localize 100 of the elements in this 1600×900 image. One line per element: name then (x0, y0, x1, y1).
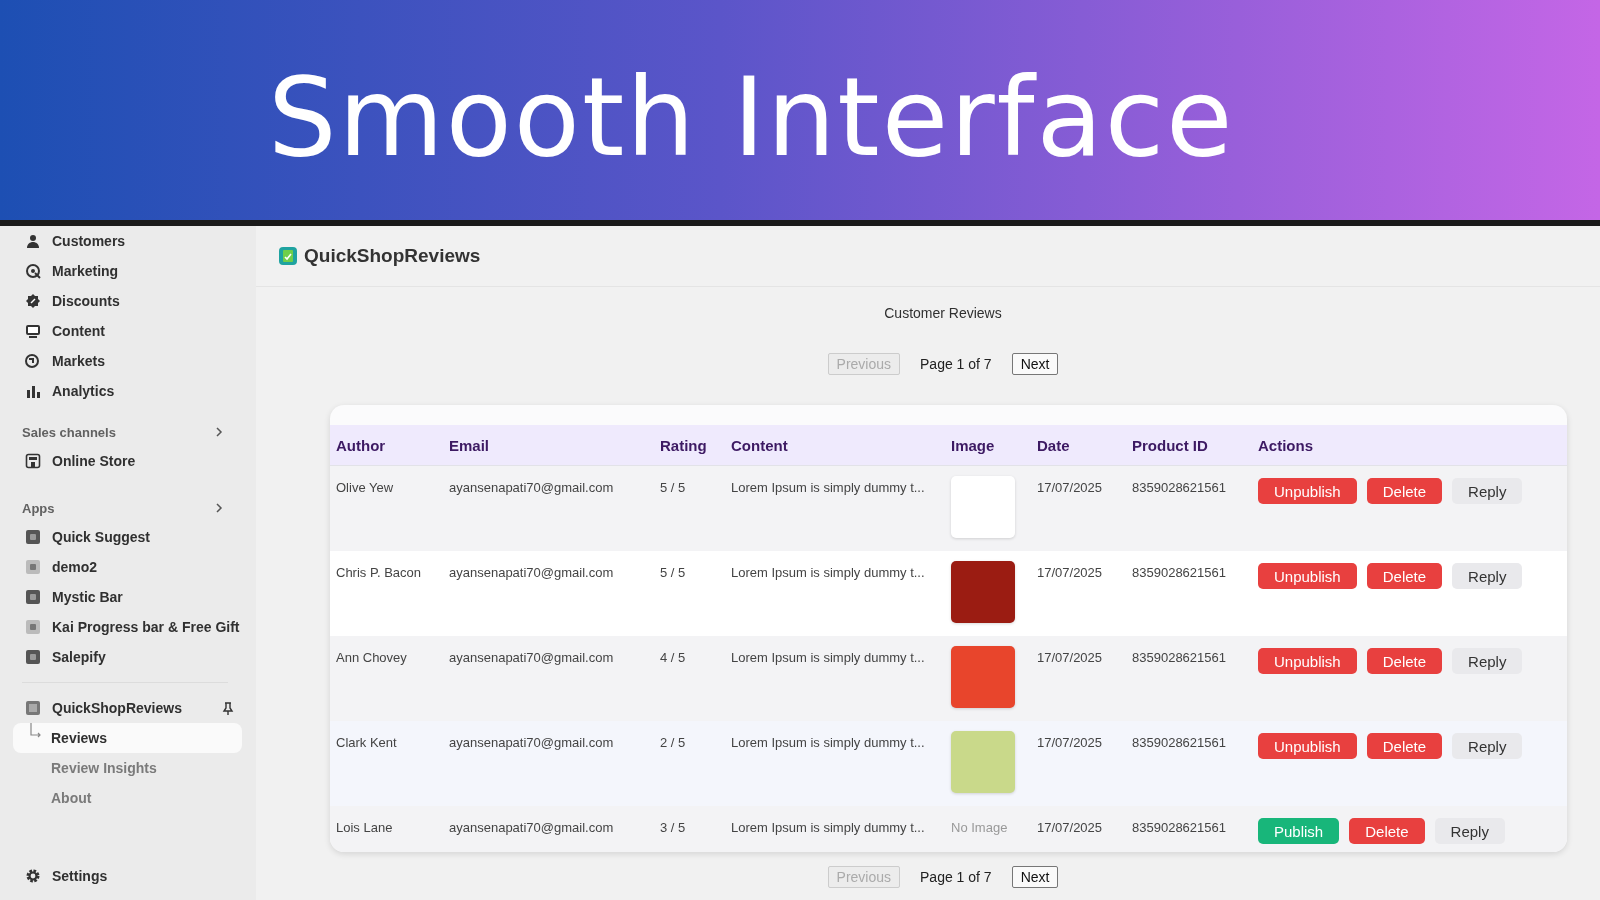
globe-icon (25, 353, 41, 369)
nav-item[interactable]: Online Store (0, 446, 256, 476)
reply-button[interactable]: Reply (1452, 648, 1523, 674)
table-cell-text: Olive Yew (336, 479, 395, 495)
table-cell-text: ayansenapati70@gmail.com (449, 479, 615, 495)
photo-placeholder (951, 476, 1015, 538)
app-title: QuickShopReviews (304, 245, 481, 267)
nav-item[interactable]: demo2 (0, 552, 256, 582)
monitor-icon (25, 323, 41, 339)
nav-subitem[interactable]: About (13, 783, 242, 813)
table-cell-text: Clark Kent (336, 734, 398, 750)
nav-item[interactable]: Analytics (0, 376, 256, 406)
column-header: Rating (660, 436, 708, 454)
app-icon (25, 700, 41, 716)
table-cell-text: ayansenapati70@gmail.com (449, 819, 615, 835)
chevron-right-icon[interactable] (214, 427, 224, 437)
page-indicator: Page 1 of 7 (920, 869, 992, 885)
chevron-right-icon[interactable] (214, 503, 224, 513)
store-icon (25, 453, 41, 469)
table-cell-text: 8359028621561 (1132, 734, 1227, 750)
unpublish-button[interactable]: Unpublish (1258, 648, 1357, 674)
table-cell-text: 4 / 5 (660, 649, 687, 665)
page-title: Customer Reviews (883, 305, 1003, 321)
table-cell-text: 17/07/2025 (1037, 649, 1104, 665)
table-cell-text: Lorem Ipsum is simply dummy t... (731, 479, 926, 495)
photo-placeholder (951, 561, 1015, 623)
pin-icon[interactable] (222, 702, 234, 716)
column-header: Image (951, 436, 996, 454)
nav-item[interactable]: Salepify (0, 642, 256, 672)
photo-placeholder (951, 731, 1015, 793)
table-cell-text: 8359028621561 (1132, 649, 1227, 665)
table-cell-text: 8359028621561 (1132, 819, 1227, 835)
target-icon (25, 263, 41, 279)
column-header: Content (731, 436, 789, 454)
nav-item[interactable]: QuickShopReviews (0, 693, 256, 723)
reply-button[interactable]: Reply (1452, 478, 1523, 504)
table-cell-text: 2 / 5 (660, 734, 687, 750)
person-icon (25, 233, 41, 249)
nav-item[interactable]: Kai Progress bar & Free Gift (0, 612, 256, 642)
table-cell-text: Chris P. Bacon (336, 564, 423, 580)
table-cell-text: 5 / 5 (660, 564, 687, 580)
delete-button[interactable]: Delete (1366, 648, 1443, 674)
table-cell-text: 8359028621561 (1132, 564, 1227, 580)
delete-button[interactable]: Delete (1366, 563, 1443, 589)
table-cell-text: Lorem Ipsum is simply dummy t... (731, 649, 926, 665)
nav-item[interactable]: Discounts (0, 286, 256, 316)
table-cell-text: ayansenapati70@gmail.com (449, 734, 615, 750)
unpublish-button[interactable]: Unpublish (1258, 563, 1357, 589)
table-cell-text: 17/07/2025 (1037, 564, 1104, 580)
table-cell-text: 5 / 5 (660, 479, 687, 495)
column-header: Product ID (1132, 436, 1209, 454)
app-logo-icon (278, 246, 298, 266)
section-title: Sales channels (22, 424, 116, 440)
app-icon (25, 589, 41, 605)
next-button[interactable]: Next (1011, 353, 1059, 375)
table-cell-text: 8359028621561 (1132, 479, 1227, 495)
table-cell-text: 17/07/2025 (1037, 734, 1104, 750)
nav-item[interactable]: Marketing (0, 256, 256, 286)
app-icon (25, 649, 41, 665)
nav-item[interactable]: Quick Suggest (0, 522, 256, 552)
reply-button[interactable]: Reply (1452, 733, 1523, 759)
app-icon (25, 559, 41, 575)
unpublish-button[interactable]: Unpublish (1258, 733, 1357, 759)
reply-button[interactable]: Reply (1434, 818, 1505, 844)
nav-subitem[interactable]: Review Insights (13, 753, 242, 783)
unpublish-button[interactable]: Unpublish (1258, 478, 1357, 504)
nav-item[interactable]: Mystic Bar (0, 582, 256, 612)
reply-button[interactable]: Reply (1452, 563, 1523, 589)
page-indicator: Page 1 of 7 (920, 356, 992, 372)
table-cell-text: ayansenapati70@gmail.com (449, 649, 615, 665)
photo-placeholder (951, 646, 1015, 708)
delete-button[interactable]: Delete (1349, 818, 1425, 844)
table-cell-text: Lois Lane (336, 819, 394, 835)
next-button[interactable]: Next (1011, 866, 1059, 888)
settings-icon (25, 868, 41, 884)
table-cell-text: 17/07/2025 (1037, 819, 1104, 835)
delete-button[interactable]: Delete (1366, 733, 1443, 759)
badge-icon (25, 293, 41, 309)
column-header: Author (336, 436, 387, 454)
nav-item[interactable]: Markets (0, 346, 256, 376)
nav-item[interactable]: Content (0, 316, 256, 346)
table-cell-text: Lorem Ipsum is simply dummy t... (731, 734, 926, 750)
table-cell-text: Lorem Ipsum is simply dummy t... (731, 819, 926, 835)
table-cell-text: No Image (951, 819, 1008, 835)
app-icon (25, 619, 41, 635)
table-cell-text: ayansenapati70@gmail.com (449, 564, 615, 580)
nav-item[interactable]: Customers (0, 226, 256, 256)
nav-subitem[interactable]: Reviews (13, 723, 242, 753)
section-title: Apps (22, 500, 55, 516)
delete-button[interactable]: Delete (1366, 478, 1443, 504)
table-cell-text: 17/07/2025 (1037, 479, 1104, 495)
table-cell-text: 3 / 5 (660, 819, 687, 835)
column-header: Date (1037, 436, 1071, 454)
column-header: Actions (1258, 436, 1314, 454)
app-icon (25, 529, 41, 545)
table-cell-text: Ann Chovey (336, 649, 408, 665)
nav-item[interactable]: Settings (0, 861, 256, 891)
banner-title: Smooth Interface (268, 58, 1235, 178)
column-header: Email (449, 436, 491, 454)
table-cell-text: Lorem Ipsum is simply dummy t... (731, 564, 926, 580)
